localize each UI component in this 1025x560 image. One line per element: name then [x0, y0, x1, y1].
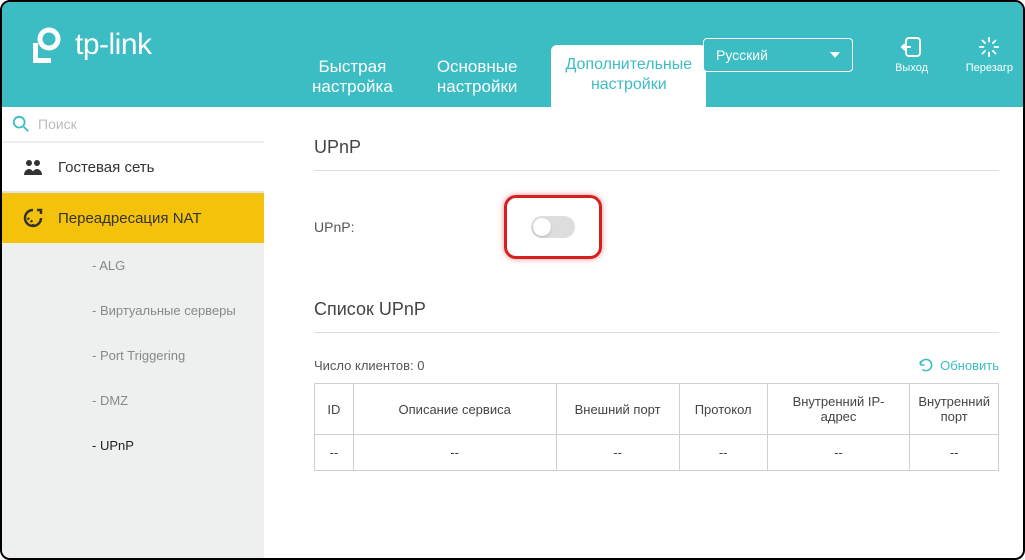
reboot-button[interactable]: Перезагр — [966, 36, 1013, 74]
header: tp-link Быстрая настройка Основные настр… — [2, 2, 1023, 107]
col-ext-port: Внешний порт — [556, 384, 679, 435]
sidebar-item-nat-forwarding[interactable]: Переадресация NAT — [2, 193, 264, 243]
upnp-label: UPnP: — [314, 219, 504, 235]
sidebar-item-label: Гостевая сеть — [58, 159, 154, 176]
search-input[interactable] — [38, 116, 254, 132]
search-icon — [12, 115, 30, 133]
main-content: UPnP UPnP: Список UPnP Число клиентов: 0… — [264, 107, 1023, 558]
sidebar-sub-alg[interactable]: - ALG — [2, 243, 264, 288]
tab-advanced[interactable]: Дополнительные настройки — [551, 45, 706, 107]
sidebar-sub-dmz[interactable]: - DMZ — [2, 378, 264, 423]
col-id: ID — [315, 384, 354, 435]
logout-icon — [900, 36, 924, 58]
upnp-toggle-highlight — [504, 195, 602, 259]
guest-network-icon — [20, 158, 46, 176]
section-title-upnp-list: Список UPnP — [314, 299, 999, 333]
sidebar-sub-port-triggering[interactable]: - Port Triggering — [2, 333, 264, 378]
brand-logo: tp-link — [27, 25, 152, 65]
upnp-table: ID Описание сервиса Внешний порт Протоко… — [314, 383, 999, 471]
col-desc: Описание сервиса — [353, 384, 556, 435]
col-protocol: Протокол — [679, 384, 767, 435]
chevron-down-icon — [830, 52, 840, 58]
refresh-button[interactable]: Обновить — [918, 357, 999, 373]
col-internal-ip: Внутренний IP-адрес — [767, 384, 910, 435]
sidebar-sub-upnp[interactable]: - UPnP — [2, 423, 264, 468]
table-row: -- -- -- -- -- -- — [315, 435, 999, 471]
sidebar-sub-virtual-servers[interactable]: - Виртуальные серверы — [2, 288, 264, 333]
section-title-upnp: UPnP — [314, 137, 999, 171]
sidebar: Гостевая сеть Переадресация NAT - ALG - … — [2, 107, 264, 558]
clients-count: Число клиентов: 0 — [314, 358, 425, 373]
language-value: Русский — [716, 47, 768, 63]
brand-text: tp-link — [75, 28, 152, 62]
sidebar-item-guest-network[interactable]: Гостевая сеть — [2, 143, 264, 193]
upnp-toggle[interactable] — [531, 216, 575, 238]
col-internal-port: Внутренний порт — [910, 384, 999, 435]
refresh-icon — [918, 357, 934, 373]
tab-basic[interactable]: Основные настройки — [427, 49, 528, 107]
top-tabs: Быстрая настройка Основные настройки Доп… — [302, 45, 706, 107]
toggle-knob — [533, 218, 551, 236]
sidebar-item-label: Переадресация NAT — [58, 210, 202, 227]
spinner-icon — [977, 36, 1001, 58]
tab-quick-setup[interactable]: Быстрая настройка — [302, 49, 403, 107]
upnp-field-row: UPnP: — [314, 195, 999, 259]
logo-icon — [27, 25, 67, 65]
search-box[interactable] — [2, 107, 264, 143]
nat-icon — [20, 208, 46, 228]
language-select[interactable]: Русский — [703, 38, 853, 72]
logout-button[interactable]: Выход — [895, 36, 928, 74]
